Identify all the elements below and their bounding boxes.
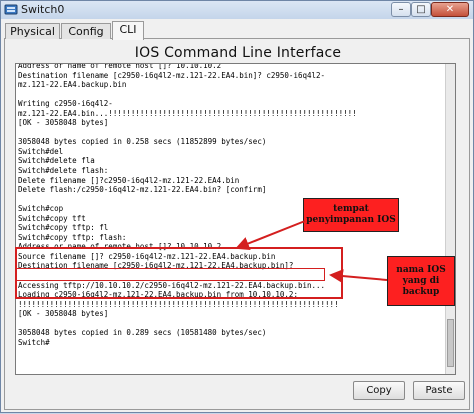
minimize-button[interactable]: –	[391, 2, 411, 17]
terminal-line: Switch#delete flash:	[18, 166, 109, 176]
copy-button[interactable]: Copy	[353, 381, 405, 400]
terminal-line: Writing c2950-i6q4l2-	[18, 99, 113, 109]
title-bar: Switch0 – □ ✕	[1, 1, 473, 19]
terminal-line: [OK - 3058048 bytes]	[18, 309, 109, 319]
close-button[interactable]: ✕	[431, 2, 469, 17]
terminal-line: Address or name of remote host []? 10.10…	[18, 63, 222, 70]
terminal-line: mz.121-22.EA4.backup.bin	[18, 80, 127, 90]
terminal-line: [OK - 3058048 bytes]	[18, 118, 109, 128]
tab-physical[interactable]: Physical	[5, 23, 60, 39]
paste-button[interactable]: Paste	[413, 381, 465, 400]
scrollbar-thumb[interactable]	[447, 319, 454, 367]
callout-storage-location: tempat penyimpanan IOS	[303, 198, 399, 232]
callout-ios-name: nama IOS yang di backup	[387, 256, 455, 306]
terminal-line: Delete flash:/c2950-i6q4l2-mz.121-22.EA4…	[18, 185, 267, 195]
terminal-scrollbar[interactable]	[445, 64, 455, 374]
terminal-line: 3058048 bytes copied in 0.258 secs (1185…	[18, 137, 267, 147]
terminal-line: Switch#delete fla	[18, 156, 95, 166]
terminal-line: !!!!!!!!!!!!!!!!!!!!!!!!!!!!!!!!!!!!!!!!…	[18, 299, 339, 309]
terminal-line: Delete filename []?c2950-i6q4l2-mz.121-2…	[18, 175, 240, 185]
terminal-line: Switch#del	[18, 146, 64, 156]
terminal-line: 3058048 bytes copied in 0.289 secs (1058…	[18, 328, 267, 338]
switch-app-icon	[4, 4, 18, 15]
window-title: Switch0	[21, 3, 65, 16]
highlight-source-filename	[15, 268, 325, 281]
maximize-button[interactable]: □	[411, 2, 431, 17]
terminal-line: mz.121-22.EA4.bin...!!!!!!!!!!!!!!!!!!!!…	[18, 108, 357, 118]
terminal-line: Switch#	[18, 337, 50, 347]
terminal-line: Destination filename [c2950-i6q4l2-mz.12…	[18, 70, 326, 80]
terminal-line: Switch#copy tftp: flash:	[18, 232, 127, 242]
switch-window: Switch0 – □ ✕ Physical Config CLI IOS Co…	[0, 0, 474, 413]
tab-cli[interactable]: CLI	[112, 21, 144, 40]
cli-heading: IOS Command Line Interface	[134, 45, 342, 61]
tab-config[interactable]: Config	[61, 23, 111, 39]
